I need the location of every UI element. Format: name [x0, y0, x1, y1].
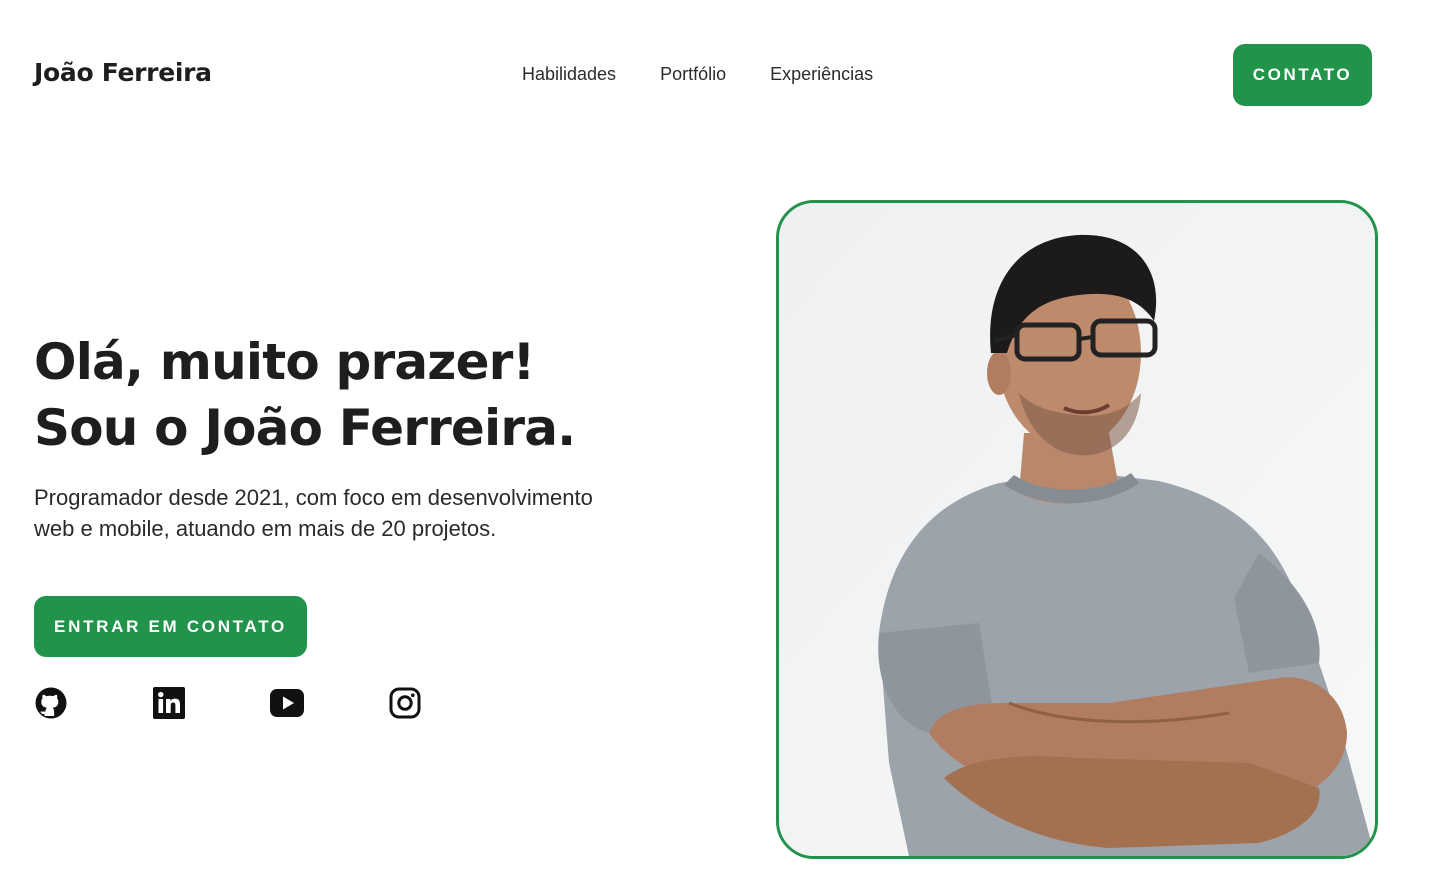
instagram-icon[interactable] [388, 686, 422, 720]
hero-title: Olá, muito prazer! Sou o João Ferreira. [34, 329, 576, 461]
hero-description: Programador desde 2021, com foco em dese… [34, 485, 593, 541]
nav-link-habilidades[interactable]: Habilidades [522, 64, 616, 85]
hero-title-line-2: Sou o João Ferreira. [34, 399, 576, 457]
github-icon[interactable] [34, 686, 68, 720]
nav-link-experiencias[interactable]: Experiências [770, 64, 873, 85]
hero-title-line-1: Olá, muito prazer! [34, 333, 535, 391]
entrar-em-contato-button[interactable]: ENTRAR EM CONTATO [34, 596, 307, 657]
profile-photo [776, 200, 1378, 859]
linkedin-icon[interactable] [152, 686, 186, 720]
youtube-icon[interactable] [270, 686, 304, 720]
portrait-illustration [779, 203, 1375, 856]
brand-name[interactable]: João Ferreira [34, 58, 212, 87]
social-links [34, 686, 422, 720]
site-header: João Ferreira Habilidades Portfólio Expe… [0, 0, 1436, 150]
main-nav: Habilidades Portfólio Experiências [522, 64, 873, 85]
nav-link-portfolio[interactable]: Portfólio [660, 64, 726, 85]
contato-button[interactable]: CONTATO [1233, 44, 1372, 106]
